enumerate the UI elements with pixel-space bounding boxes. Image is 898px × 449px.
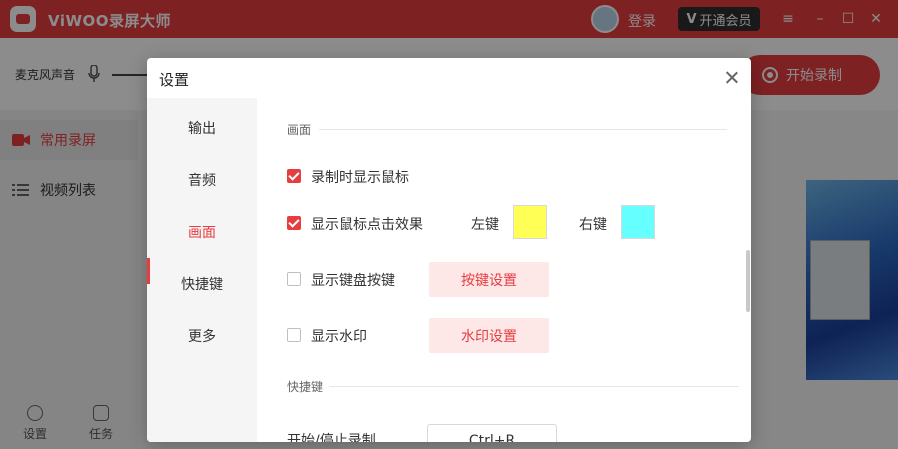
scrollbar-thumb[interactable] (746, 250, 750, 312)
watermark-settings-button[interactable]: 水印设置 (429, 318, 549, 353)
click-effect-checkbox[interactable] (287, 216, 301, 230)
dialog-header: 设置 (147, 58, 751, 98)
tab-display[interactable]: 画面 (147, 218, 257, 248)
keyboard-label: 显示键盘按键 (311, 273, 395, 289)
watermark-checkbox[interactable] (287, 328, 301, 342)
tab-output[interactable]: 输出 (147, 114, 257, 144)
settings-nav: 输出 音频 画面 快捷键 更多 (147, 98, 257, 442)
show-cursor-label: 录制时显示鼠标 (311, 170, 409, 186)
close-icon[interactable] (721, 67, 743, 89)
shortcut-start-stop-input[interactable]: Ctrl+R (427, 424, 557, 442)
settings-dialog: 设置 输出 音频 画面 快捷键 更多 画面 录制时显示鼠标 显示鼠标点击效果 左… (147, 58, 751, 442)
show-cursor-checkbox[interactable] (287, 169, 301, 183)
tab-more[interactable]: 更多 (147, 322, 257, 352)
tab-audio[interactable]: 音频 (147, 166, 257, 196)
keyboard-checkbox[interactable] (287, 272, 301, 286)
section-divider (329, 386, 739, 387)
section-display-title: 画面 (287, 123, 312, 137)
click-effect-label: 显示鼠标点击效果 (311, 217, 423, 233)
right-key-label: 右键 (579, 217, 607, 233)
shortcut-start-stop-label: 开始/停止录制 (287, 433, 376, 442)
tab-shortcuts[interactable]: 快捷键 (147, 270, 257, 300)
scrollbar[interactable] (745, 98, 751, 442)
watermark-label: 显示水印 (311, 329, 367, 345)
active-tab-marker (147, 258, 150, 284)
settings-content: 画面 录制时显示鼠标 显示鼠标点击效果 左键 右键 显示键盘按键 按键设置 显示… (257, 98, 751, 442)
left-key-label: 左键 (471, 217, 499, 233)
key-settings-button[interactable]: 按键设置 (429, 262, 549, 297)
section-shortcuts-title: 快捷键 (287, 380, 324, 394)
section-divider (319, 129, 727, 130)
dialog-title: 设置 (159, 71, 190, 89)
left-key-color-swatch[interactable] (513, 205, 547, 239)
right-key-color-swatch[interactable] (621, 205, 655, 239)
